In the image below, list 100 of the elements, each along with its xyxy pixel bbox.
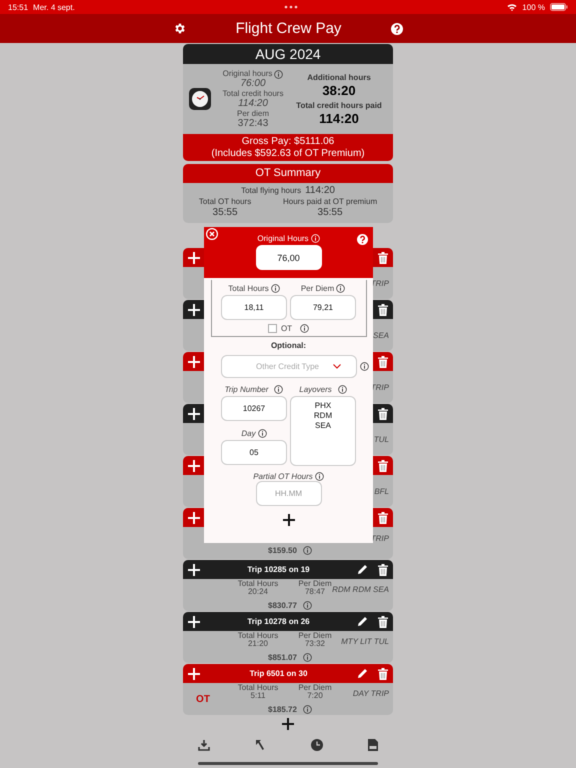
info-icon[interactable] [302, 600, 312, 610]
per-diem-label: Per Diem [298, 684, 332, 692]
original-hours-value: 76:00 [240, 79, 266, 89]
download-icon[interactable] [198, 739, 210, 751]
add-trip-icon[interactable] [282, 718, 294, 730]
trip-header[interactable]: Trip 6501 on 30 [183, 664, 393, 683]
trip-route: SEA [372, 330, 390, 340]
info-icon[interactable] [274, 70, 284, 78]
total-hours-label: Total Hours [238, 684, 278, 692]
partial-ot-label: Partial OT Hours [253, 472, 313, 481]
optional-label: Optional: [270, 341, 306, 350]
trash-icon[interactable] [378, 564, 388, 576]
per-diem-field[interactable]: 79,21 [290, 295, 356, 320]
trip-title: Trip 6501 on 30 [248, 669, 308, 678]
trash-icon[interactable] [378, 460, 388, 472]
trash-icon[interactable] [378, 304, 388, 316]
info-icon[interactable] [258, 429, 267, 438]
layovers-label: Layovers [299, 385, 332, 394]
per-diem-value: 78:47 [304, 588, 326, 596]
premium-hours-value: 35:55 [318, 207, 343, 218]
per-diem-label: Per Diem [298, 632, 332, 640]
credit-hours-label: Total credit hours [222, 89, 284, 99]
battery-percent: 100 % [522, 2, 545, 12]
ot-label: OT [280, 324, 292, 333]
credit-hours-value: 114:20 [238, 99, 268, 109]
ot-hours-value: 35:55 [212, 207, 238, 218]
day-field[interactable]: 05 [221, 440, 287, 465]
ot-checkbox[interactable] [268, 324, 277, 333]
credit-paid-value: 114:20 [319, 112, 359, 125]
add-icon[interactable] [282, 514, 294, 526]
trip-card[interactable]: Trip 10278 on 26 Total Hours 21:20 Per Diem 73:32 MTY LIT TUL $851.07 [183, 612, 393, 663]
arrow-icon[interactable] [255, 739, 266, 751]
chevron-icon[interactable] [333, 364, 341, 369]
total-hours-value: 21:20 [248, 640, 268, 648]
original-hours-label: Original Hours [257, 234, 309, 243]
clock-icon[interactable] [310, 739, 323, 751]
trip-pay: $159.50 [268, 546, 297, 554]
status-time: 15:51 [8, 2, 28, 12]
trip-title: Trip 10285 on 19 [246, 565, 311, 574]
trip-header[interactable]: Trip 10285 on 19 [183, 560, 393, 579]
trip-route: RDM RDM SEA [332, 584, 390, 594]
pdf-icon[interactable] [368, 739, 378, 751]
pencil-icon[interactable] [357, 564, 368, 575]
trash-icon[interactable] [378, 616, 388, 628]
info-icon[interactable] [300, 324, 310, 333]
trip-header[interactable]: Trip 10278 on 26 [183, 612, 393, 631]
trip-number-field[interactable]: 10267 [221, 396, 287, 421]
trash-icon[interactable] [378, 408, 388, 420]
total-hours-value: 20:24 [248, 588, 268, 596]
info-icon[interactable] [274, 385, 284, 394]
info-icon[interactable] [314, 472, 324, 481]
info-icon[interactable] [302, 546, 312, 554]
ot-premium-note: (Includes $592.63 of OT Premium) [211, 148, 365, 160]
trip-card[interactable]: Trip 6501 on 30 OT Total Hours 5:11 Per Diem 7:20 DAY TRIP $185.72 [183, 664, 393, 715]
trip-route: TUL [374, 434, 390, 444]
month-title: AUG 2024 [183, 44, 393, 64]
original-hours-field[interactable]: 76,00 [256, 245, 322, 270]
per-diem-value: 73:32 [304, 640, 326, 648]
flying-hours-value: 114:20 [305, 185, 335, 196]
trip-route: BFL [374, 486, 390, 496]
info-icon[interactable] [270, 284, 280, 293]
per-diem-label: Per Diem [300, 284, 334, 293]
trash-icon[interactable] [378, 668, 388, 680]
dots-icon [284, 5, 298, 9]
partial-ot-field[interactable]: HH.MM [256, 481, 322, 506]
app-title: Flight Crew Pay [236, 20, 342, 37]
total-hours-value: 5:11 [250, 692, 266, 700]
gross-pay: Gross Pay: $5111.06 [242, 136, 334, 148]
info-icon[interactable] [336, 284, 346, 293]
trash-icon[interactable] [378, 512, 388, 524]
trash-icon[interactable] [378, 356, 388, 368]
trip-number-label: Trip Number [224, 385, 268, 394]
pencil-icon[interactable] [357, 668, 368, 679]
layovers-field[interactable]: PHX RDM SEA [290, 396, 356, 466]
clock-icon [189, 88, 211, 110]
info-icon[interactable] [302, 652, 312, 662]
help-icon[interactable] [391, 22, 404, 34]
trip-pay: $851.07 [268, 652, 297, 662]
flying-hours-label: Total flying hours [241, 186, 302, 195]
per-diem-value: 372:43 [238, 119, 268, 129]
additional-hours-label: Additional hours [307, 72, 371, 84]
info-icon[interactable] [302, 704, 312, 714]
trip-route: TRIP [370, 278, 390, 288]
day-label: Day [241, 429, 256, 438]
credit-paid-label: Total credit hours paid [296, 100, 382, 112]
ot-hours-label: Total OT hours [198, 196, 252, 207]
battery-icon [550, 3, 568, 11]
total-hours-label: Total Hours [228, 284, 269, 293]
trash-icon[interactable] [378, 252, 388, 264]
info-icon[interactable] [360, 362, 368, 371]
trip-pay: $185.72 [268, 704, 297, 714]
per-diem-label: Per Diem [298, 580, 332, 588]
total-hours-field[interactable]: 18,11 [221, 295, 287, 320]
info-icon[interactable] [338, 385, 347, 394]
status-date: Mer. 4 sept. [33, 2, 75, 12]
settings-icon[interactable] [172, 22, 186, 35]
original-hours-label: Original hours [222, 69, 272, 79]
pencil-icon[interactable] [357, 616, 368, 627]
trip-route: TRIP [370, 534, 390, 543]
trip-route: TRIP [370, 382, 390, 392]
